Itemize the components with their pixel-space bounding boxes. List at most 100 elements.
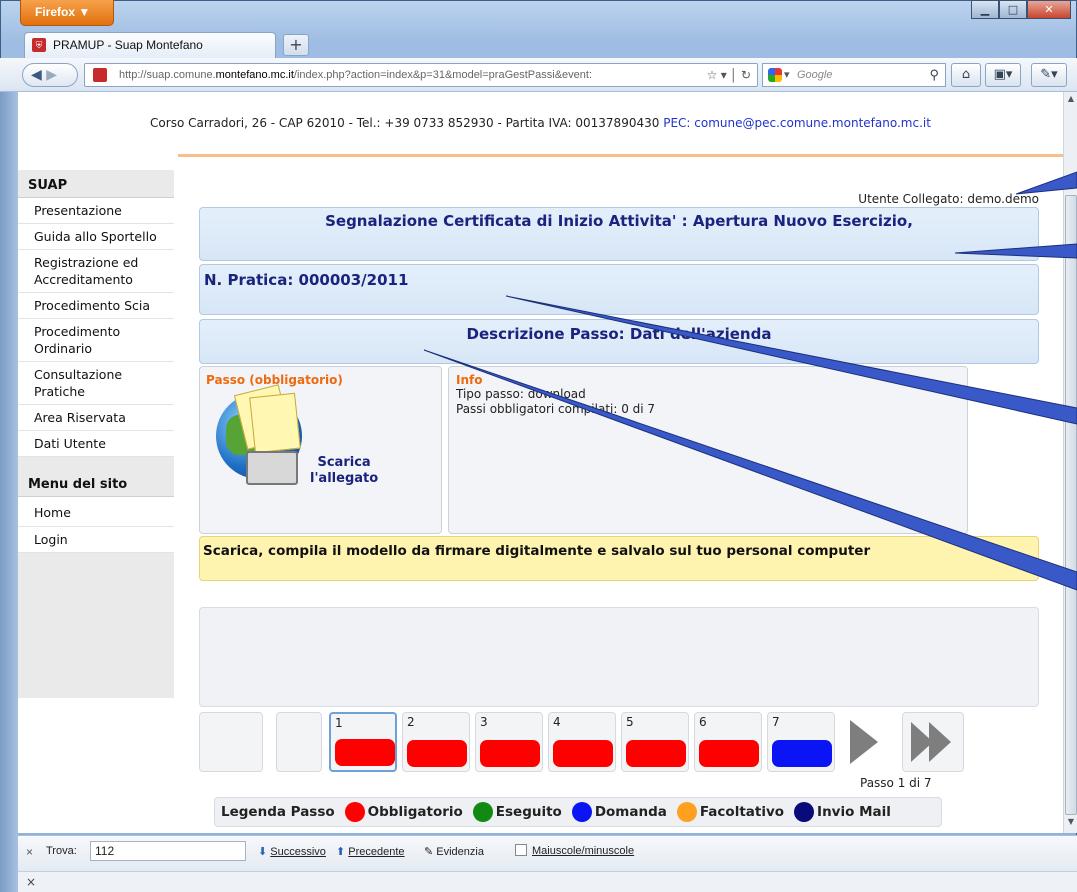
find-label: Trova: <box>46 845 77 857</box>
back-forward-button[interactable]: ◀ ▶ <box>22 63 78 87</box>
address-text: Corso Carradori, 26 - CAP 62010 - Tel.: … <box>150 116 660 130</box>
step-number: 4 <box>553 715 561 729</box>
find-prev-label: Precedente <box>348 846 405 858</box>
download-link-line1: Scarica <box>317 455 371 470</box>
google-icon[interactable] <box>768 68 782 82</box>
forward-icon[interactable]: ▶ <box>46 67 57 83</box>
next-arrow-icon <box>850 720 878 764</box>
step-button-6[interactable]: 6 <box>694 712 762 772</box>
find-prev-button[interactable]: ⬆ Precedente <box>336 845 405 858</box>
step-button-4[interactable]: 4 <box>548 712 616 772</box>
sidebar-title-suap: SUAP <box>18 170 174 198</box>
search-bar[interactable]: ▾ Google ⚲ <box>762 63 946 87</box>
status-bar: × <box>18 871 1077 892</box>
download-link-line2: l'allegato <box>310 471 379 486</box>
step-button-5[interactable]: 5 <box>621 712 689 772</box>
home-icon[interactable]: ⌂ <box>951 63 981 87</box>
step-placeholder <box>276 712 322 772</box>
pratica-number: N. Pratica: 000003/2011 <box>199 264 1039 315</box>
legend-dot-obbligatorio <box>344 802 365 822</box>
close-find-bar-icon[interactable]: × <box>26 845 33 859</box>
legend-dot-domanda <box>571 802 592 822</box>
step-number: 7 <box>772 715 780 729</box>
step-button-1[interactable]: 1 <box>329 712 397 772</box>
highlight-label: Evidenzia <box>436 846 484 858</box>
page-viewport: Corso Carradori, 26 - CAP 62010 - Tel.: … <box>18 92 1063 833</box>
step-status-bar <box>480 740 540 767</box>
step-button-7[interactable]: 7 <box>767 712 835 772</box>
sidebar-item-login[interactable]: Login <box>18 527 174 553</box>
find-next-button[interactable]: ⬇ Successivo <box>258 845 326 858</box>
step-counter: Passo 1 di 7 <box>860 776 932 790</box>
highlight-button[interactable]: ✎ Evidenzia <box>424 845 484 858</box>
step-number: 3 <box>480 715 488 729</box>
sidebar-item-scia[interactable]: Procedimento Scia <box>18 293 174 319</box>
url-prefix: http://suap.comune. <box>119 69 216 81</box>
addon-icon[interactable]: ✎▾ <box>1031 63 1067 87</box>
legend-domanda: Domanda <box>594 804 667 820</box>
step-number: 6 <box>699 715 707 729</box>
step-status-bar <box>407 740 467 767</box>
maximize-icon[interactable]: □ <box>999 0 1027 19</box>
next-step-button[interactable] <box>840 712 902 772</box>
step-status-bar <box>335 739 395 766</box>
sidebar-item-home[interactable]: Home <box>18 497 174 527</box>
find-next-label: Successivo <box>270 846 326 858</box>
scrollbar-thumb[interactable] <box>1065 195 1077 815</box>
navigation-toolbar: ◀ ▶ http://suap.comune.montefano.mc.it/i… <box>0 58 1077 92</box>
url-domain: montefano.mc.it <box>215 69 294 81</box>
download-box: Passo (obbligatorio) Scarica l'allegato <box>199 366 442 534</box>
logged-user: Utente Collegato: demo.demo <box>858 192 1039 206</box>
info-label: Info <box>456 373 483 387</box>
legend-dot-eseguito <box>472 802 493 822</box>
sidebar-item-guida[interactable]: Guida allo Sportello <box>18 224 174 250</box>
star-icon[interactable]: ☆ <box>707 68 718 82</box>
magnifier-icon[interactable]: ⚲ <box>929 64 939 86</box>
back-icon[interactable]: ◀ <box>31 67 42 83</box>
step-status-bar <box>772 740 832 767</box>
window-controls: ▁ □ ✕ <box>971 0 1071 19</box>
step-number: 5 <box>626 715 634 729</box>
sidebar-item-presentazione[interactable]: Presentazione <box>18 198 174 224</box>
new-tab-button[interactable]: + <box>283 34 309 56</box>
url-bar[interactable]: http://suap.comune.montefano.mc.it/index… <box>84 63 758 87</box>
last-step-button[interactable] <box>902 712 964 772</box>
document-icon <box>249 392 301 454</box>
find-input[interactable]: 112 <box>90 841 246 861</box>
close-window-icon[interactable]: ✕ <box>1027 0 1071 19</box>
last-arrow-icon <box>929 722 951 762</box>
pec-link[interactable]: PEC: comune@pec.comune.montefano.mc.it <box>663 116 931 130</box>
site-identity-icon[interactable] <box>93 68 107 82</box>
step-status-bar <box>626 740 686 767</box>
close-statusbar-icon[interactable]: × <box>26 875 36 889</box>
sidebar-item-consultazione[interactable]: Consultazione Pratiche <box>18 362 174 405</box>
legend-dot-invio-mail <box>794 802 815 822</box>
step-button-2[interactable]: 2 <box>402 712 470 772</box>
sidebar-title-menu: Menu del sito <box>18 469 174 497</box>
desktop-edge <box>0 92 18 892</box>
download-attachment-icon[interactable] <box>200 367 310 497</box>
find-bar: × Trova: 112 ⬇ Successivo ⬆ Precedente ✎… <box>18 835 1077 871</box>
scroll-up-icon[interactable]: ▲ <box>1064 94 1077 108</box>
legend-dot-facoltativo <box>676 802 697 822</box>
sidebar-item-dati-utente[interactable]: Dati Utente <box>18 431 174 457</box>
bookmark-icon[interactable]: ▣▾ <box>985 63 1021 87</box>
match-case-label[interactable]: Maiuscole/minuscole <box>532 845 634 857</box>
sidebar-item-area-riservata[interactable]: Area Riservata <box>18 405 174 431</box>
firefox-menu-button[interactable]: Firefox ▼ <box>20 0 114 26</box>
tab-pramup[interactable]: ⛨ PRAMUP - Suap Montefano <box>24 32 276 58</box>
step-content-area <box>199 607 1039 707</box>
step-status-bar <box>699 740 759 767</box>
sidebar-item-registrazione[interactable]: Registrazione ed Accreditamento <box>18 250 174 293</box>
scroll-down-icon[interactable]: ▼ <box>1064 817 1077 831</box>
legend-obbligatorio: Obbligatorio <box>367 804 463 820</box>
vertical-scrollbar[interactable]: ▲ ▼ <box>1063 92 1077 833</box>
sidebar-spacer <box>18 457 174 469</box>
step-button-3[interactable]: 3 <box>475 712 543 772</box>
reload-icon[interactable]: ↻ <box>741 68 751 82</box>
download-attachment-link[interactable]: Scarica l'allegato <box>310 455 378 487</box>
sidebar-item-ordinario[interactable]: Procedimento Ordinario <box>18 319 174 362</box>
match-case-checkbox[interactable] <box>515 844 527 856</box>
minimize-icon[interactable]: ▁ <box>971 0 999 19</box>
down-arrow-icon: ⬇ <box>258 846 268 858</box>
